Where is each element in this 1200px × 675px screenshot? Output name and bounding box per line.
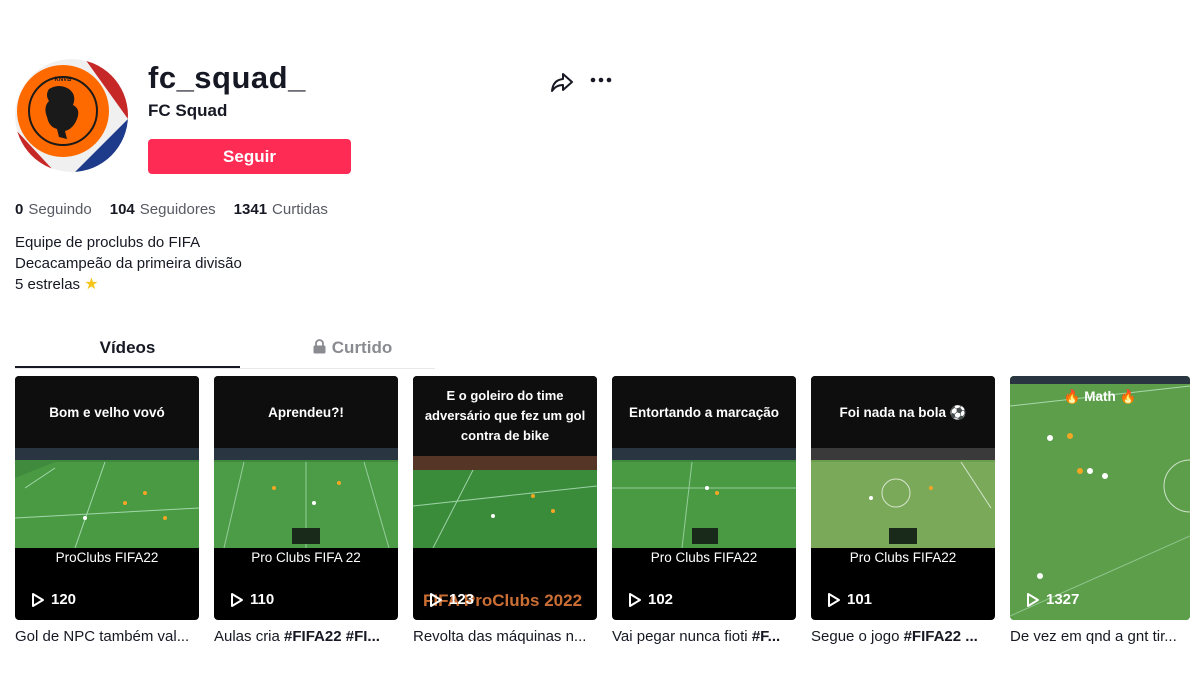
video-overlay-text: Entortando a marcação bbox=[612, 376, 796, 448]
tab-liked[interactable]: Curtido bbox=[240, 330, 465, 368]
video-card[interactable]: Aprendeu?! Pro Clubs FIFA 22 110 Aulas c… bbox=[214, 376, 398, 645]
profile-stats: 0 Seguindo 104 Seguidores 1341 Curtidas bbox=[15, 201, 328, 218]
stat-likes: 1341 Curtidas bbox=[234, 201, 328, 218]
caption-hashtag[interactable]: #FIFA22 ... bbox=[904, 628, 978, 645]
stat-followers[interactable]: 104 Seguidores bbox=[110, 201, 216, 218]
play-count-value: 123 bbox=[449, 591, 475, 608]
username: fc_squad_ bbox=[148, 60, 306, 95]
more-options-icon[interactable] bbox=[589, 66, 613, 92]
caption-hashtag[interactable]: #F... bbox=[752, 628, 780, 645]
bio-line: Equipe de proclubs do FIFA bbox=[15, 234, 201, 251]
play-count-value: 101 bbox=[847, 591, 873, 608]
video-thumbnail[interactable]: 🔥 Math 🔥 1327 bbox=[1010, 376, 1190, 620]
play-count: 110 bbox=[230, 591, 274, 608]
caption-text: De vez em qnd a gnt tir... bbox=[1010, 628, 1177, 645]
stat-value: 0 bbox=[15, 201, 24, 218]
bio: Equipe de proclubs do FIFA Decacampeão d… bbox=[15, 232, 242, 295]
play-icon bbox=[430, 592, 442, 607]
stat-label: Curtidas bbox=[272, 201, 328, 218]
profile-tabs: Vídeos Curtido bbox=[15, 330, 435, 368]
stat-label: Seguindo bbox=[28, 201, 92, 218]
nickname: FC Squad bbox=[148, 101, 228, 120]
lion-crest-icon: KNVB bbox=[15, 59, 128, 172]
stat-label: Seguidores bbox=[139, 201, 216, 218]
video-thumbnail[interactable]: Bom e velho vovó ProClubs FIFA22 120 bbox=[15, 376, 199, 620]
star-icon: ★ bbox=[84, 276, 99, 293]
play-count: 120 bbox=[31, 591, 76, 608]
video-thumbnail[interactable]: E o goleiro do time adversário que fez u… bbox=[413, 376, 597, 620]
tab-videos-label: Vídeos bbox=[99, 338, 156, 357]
share-icon[interactable] bbox=[549, 69, 575, 95]
video-card[interactable]: 🔥 Math 🔥 1327 De vez em qnd a gnt tir... bbox=[1010, 376, 1190, 645]
video-overlay-text: Foi nada na bola ⚽ bbox=[811, 376, 995, 448]
tabs-divider bbox=[15, 368, 435, 369]
caption-text: Segue o jogo bbox=[811, 628, 904, 645]
pitch-image bbox=[811, 448, 995, 548]
lock-icon bbox=[313, 339, 326, 354]
video-bottom-label: Pro Clubs FIFA 22 bbox=[251, 550, 361, 565]
video-bottom-label: ProClubs FIFA22 bbox=[55, 550, 159, 565]
video-card[interactable]: Entortando a marcação Pro Clubs FIFA22 1… bbox=[612, 376, 796, 645]
video-caption[interactable]: Revolta das máquinas n... bbox=[413, 628, 597, 645]
video-thumbnail[interactable]: Entortando a marcação Pro Clubs FIFA22 1… bbox=[612, 376, 796, 620]
video-overlay-text: Bom e velho vovó bbox=[15, 376, 199, 448]
play-count-value: 1327 bbox=[1046, 591, 1080, 608]
video-bottom-label: Pro Clubs FIFA22 bbox=[849, 550, 957, 565]
play-count: 123 bbox=[429, 591, 474, 608]
video-thumbnail[interactable]: Aprendeu?! Pro Clubs FIFA 22 110 bbox=[214, 376, 398, 620]
pitch-image bbox=[413, 456, 597, 548]
caption-hashtag[interactable]: #FIFA22 #FI... bbox=[284, 628, 380, 645]
pitch-image bbox=[612, 448, 796, 548]
video-caption[interactable]: Segue o jogo #FIFA22 ... bbox=[811, 628, 995, 645]
video-caption[interactable]: Vai pegar nunca fioti #F... bbox=[612, 628, 796, 645]
play-count-value: 102 bbox=[648, 591, 674, 608]
play-icon bbox=[32, 592, 44, 607]
play-count-value: 120 bbox=[51, 591, 77, 608]
follow-button[interactable]: Seguir bbox=[148, 139, 351, 174]
video-overlay-text: 🔥 Math 🔥 bbox=[1063, 388, 1137, 404]
video-card[interactable]: Bom e velho vovó ProClubs FIFA22 120 Gol… bbox=[15, 376, 199, 645]
pitch-image bbox=[15, 448, 199, 548]
video-caption[interactable]: Aulas cria #FIFA22 #FI... bbox=[214, 628, 398, 645]
caption-text: Revolta das máquinas n... bbox=[413, 628, 587, 645]
bio-line: 5 estrelas bbox=[15, 276, 81, 293]
tab-videos[interactable]: Vídeos bbox=[15, 330, 240, 368]
video-card[interactable]: Foi nada na bola ⚽ Pro Clubs FIFA22 101 … bbox=[811, 376, 995, 645]
svg-text:KNVB: KNVB bbox=[54, 77, 72, 83]
stat-value: 104 bbox=[109, 201, 135, 218]
video-caption[interactable]: Gol de NPC também val... bbox=[15, 628, 199, 645]
video-bottom-label: Pro Clubs FIFA22 bbox=[650, 550, 758, 565]
video-card[interactable]: E o goleiro do time adversário que fez u… bbox=[413, 376, 597, 645]
play-count: 1327 bbox=[1026, 591, 1079, 608]
video-caption[interactable]: De vez em qnd a gnt tir... bbox=[1010, 628, 1190, 645]
play-count: 102 bbox=[628, 591, 673, 608]
avatar[interactable]: KNVB bbox=[15, 59, 128, 172]
play-icon bbox=[231, 592, 243, 607]
bio-line-with-star: 5 estrelas ★ bbox=[15, 274, 242, 295]
video-thumbnail[interactable]: Foi nada na bola ⚽ Pro Clubs FIFA22 101 bbox=[811, 376, 995, 620]
play-icon bbox=[828, 592, 840, 607]
play-icon bbox=[629, 592, 641, 607]
caption-text: Vai pegar nunca fioti bbox=[612, 628, 752, 645]
bio-line: Decacampeão da primeira divisão bbox=[15, 255, 242, 272]
play-count: 101 bbox=[827, 591, 872, 608]
caption-text: Gol de NPC também val... bbox=[15, 628, 190, 645]
pitch-image bbox=[214, 448, 398, 548]
tab-liked-label: Curtido bbox=[331, 338, 393, 357]
stat-value: 1341 bbox=[233, 201, 268, 218]
stat-following[interactable]: 0 Seguindo bbox=[15, 201, 92, 218]
play-count-value: 110 bbox=[250, 591, 275, 608]
video-overlay-text: Aprendeu?! bbox=[214, 376, 398, 448]
play-icon bbox=[1027, 592, 1039, 607]
video-overlay-text: E o goleiro do time adversário que fez u… bbox=[413, 376, 597, 456]
caption-text: Aulas cria bbox=[214, 628, 285, 645]
